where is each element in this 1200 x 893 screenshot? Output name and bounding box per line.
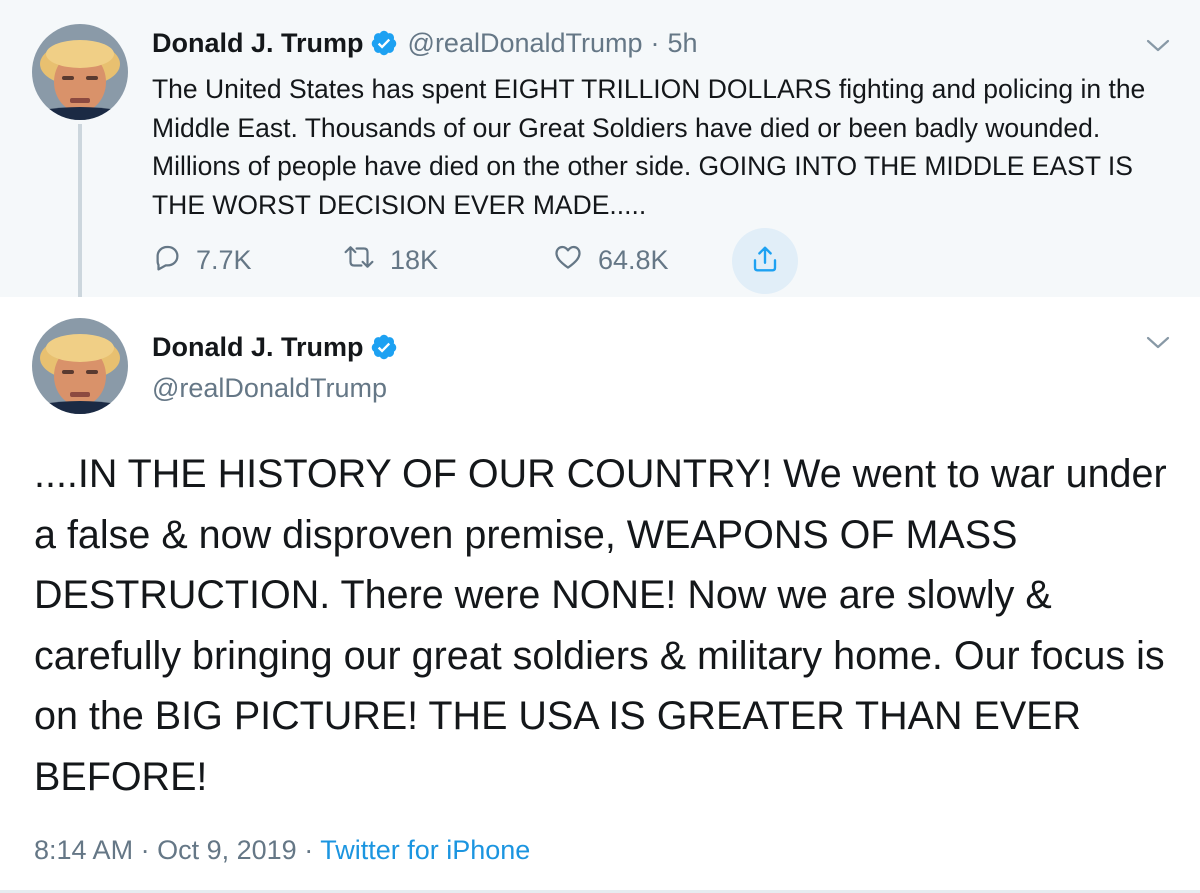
tweet-metadata: 8:14 AM · Oct 9, 2019 · Twitter for iPho… [34, 832, 530, 868]
timestamp[interactable]: 8:14 AM [34, 835, 133, 865]
parent-tweet[interactable]: Donald J. Trump @realDonaldTrump · 5h Th… [0, 0, 1200, 297]
separator-dot: · [140, 835, 150, 865]
reply-count: 7.7K [196, 244, 252, 275]
timestamp[interactable]: 5h [668, 26, 698, 60]
avatar[interactable] [32, 318, 128, 414]
display-name[interactable]: Donald J. Trump [152, 26, 364, 60]
handle[interactable]: @realDonaldTrump [408, 26, 643, 60]
share-icon [750, 244, 780, 279]
separator-dot: · [304, 835, 314, 865]
parent-tweet-header: Donald J. Trump @realDonaldTrump · 5h [152, 26, 698, 60]
retweet-icon [342, 242, 390, 279]
display-name[interactable]: Donald J. Trump [152, 330, 364, 364]
chevron-down-icon[interactable] [1144, 36, 1172, 56]
main-tweet-header: Donald J. Trump [152, 330, 398, 364]
tweet-text: ....IN THE HISTORY OF OUR COUNTRY! We we… [34, 452, 1167, 799]
tweet-text: The United States has spent EIGHT TRILLI… [152, 74, 1146, 220]
like-count: 64.8K [598, 244, 669, 275]
share-button[interactable] [732, 228, 798, 294]
reply-icon [152, 242, 196, 279]
retweet-button[interactable]: 18K [342, 235, 438, 285]
like-button[interactable]: 64.8K [552, 235, 669, 285]
verified-badge-icon [370, 333, 398, 361]
retweet-count: 18K [390, 244, 439, 275]
verified-badge-icon [370, 29, 398, 57]
handle[interactable]: @realDonaldTrump [152, 371, 387, 405]
chevron-down-icon[interactable] [1144, 333, 1172, 353]
reply-button[interactable]: 7.7K [152, 235, 252, 285]
thread-connector [78, 124, 82, 306]
separator-dot: · [650, 28, 660, 58]
like-icon [552, 242, 598, 279]
source-link[interactable]: Twitter for iPhone [320, 835, 530, 865]
date[interactable]: Oct 9, 2019 [157, 835, 297, 865]
avatar[interactable] [32, 24, 128, 120]
